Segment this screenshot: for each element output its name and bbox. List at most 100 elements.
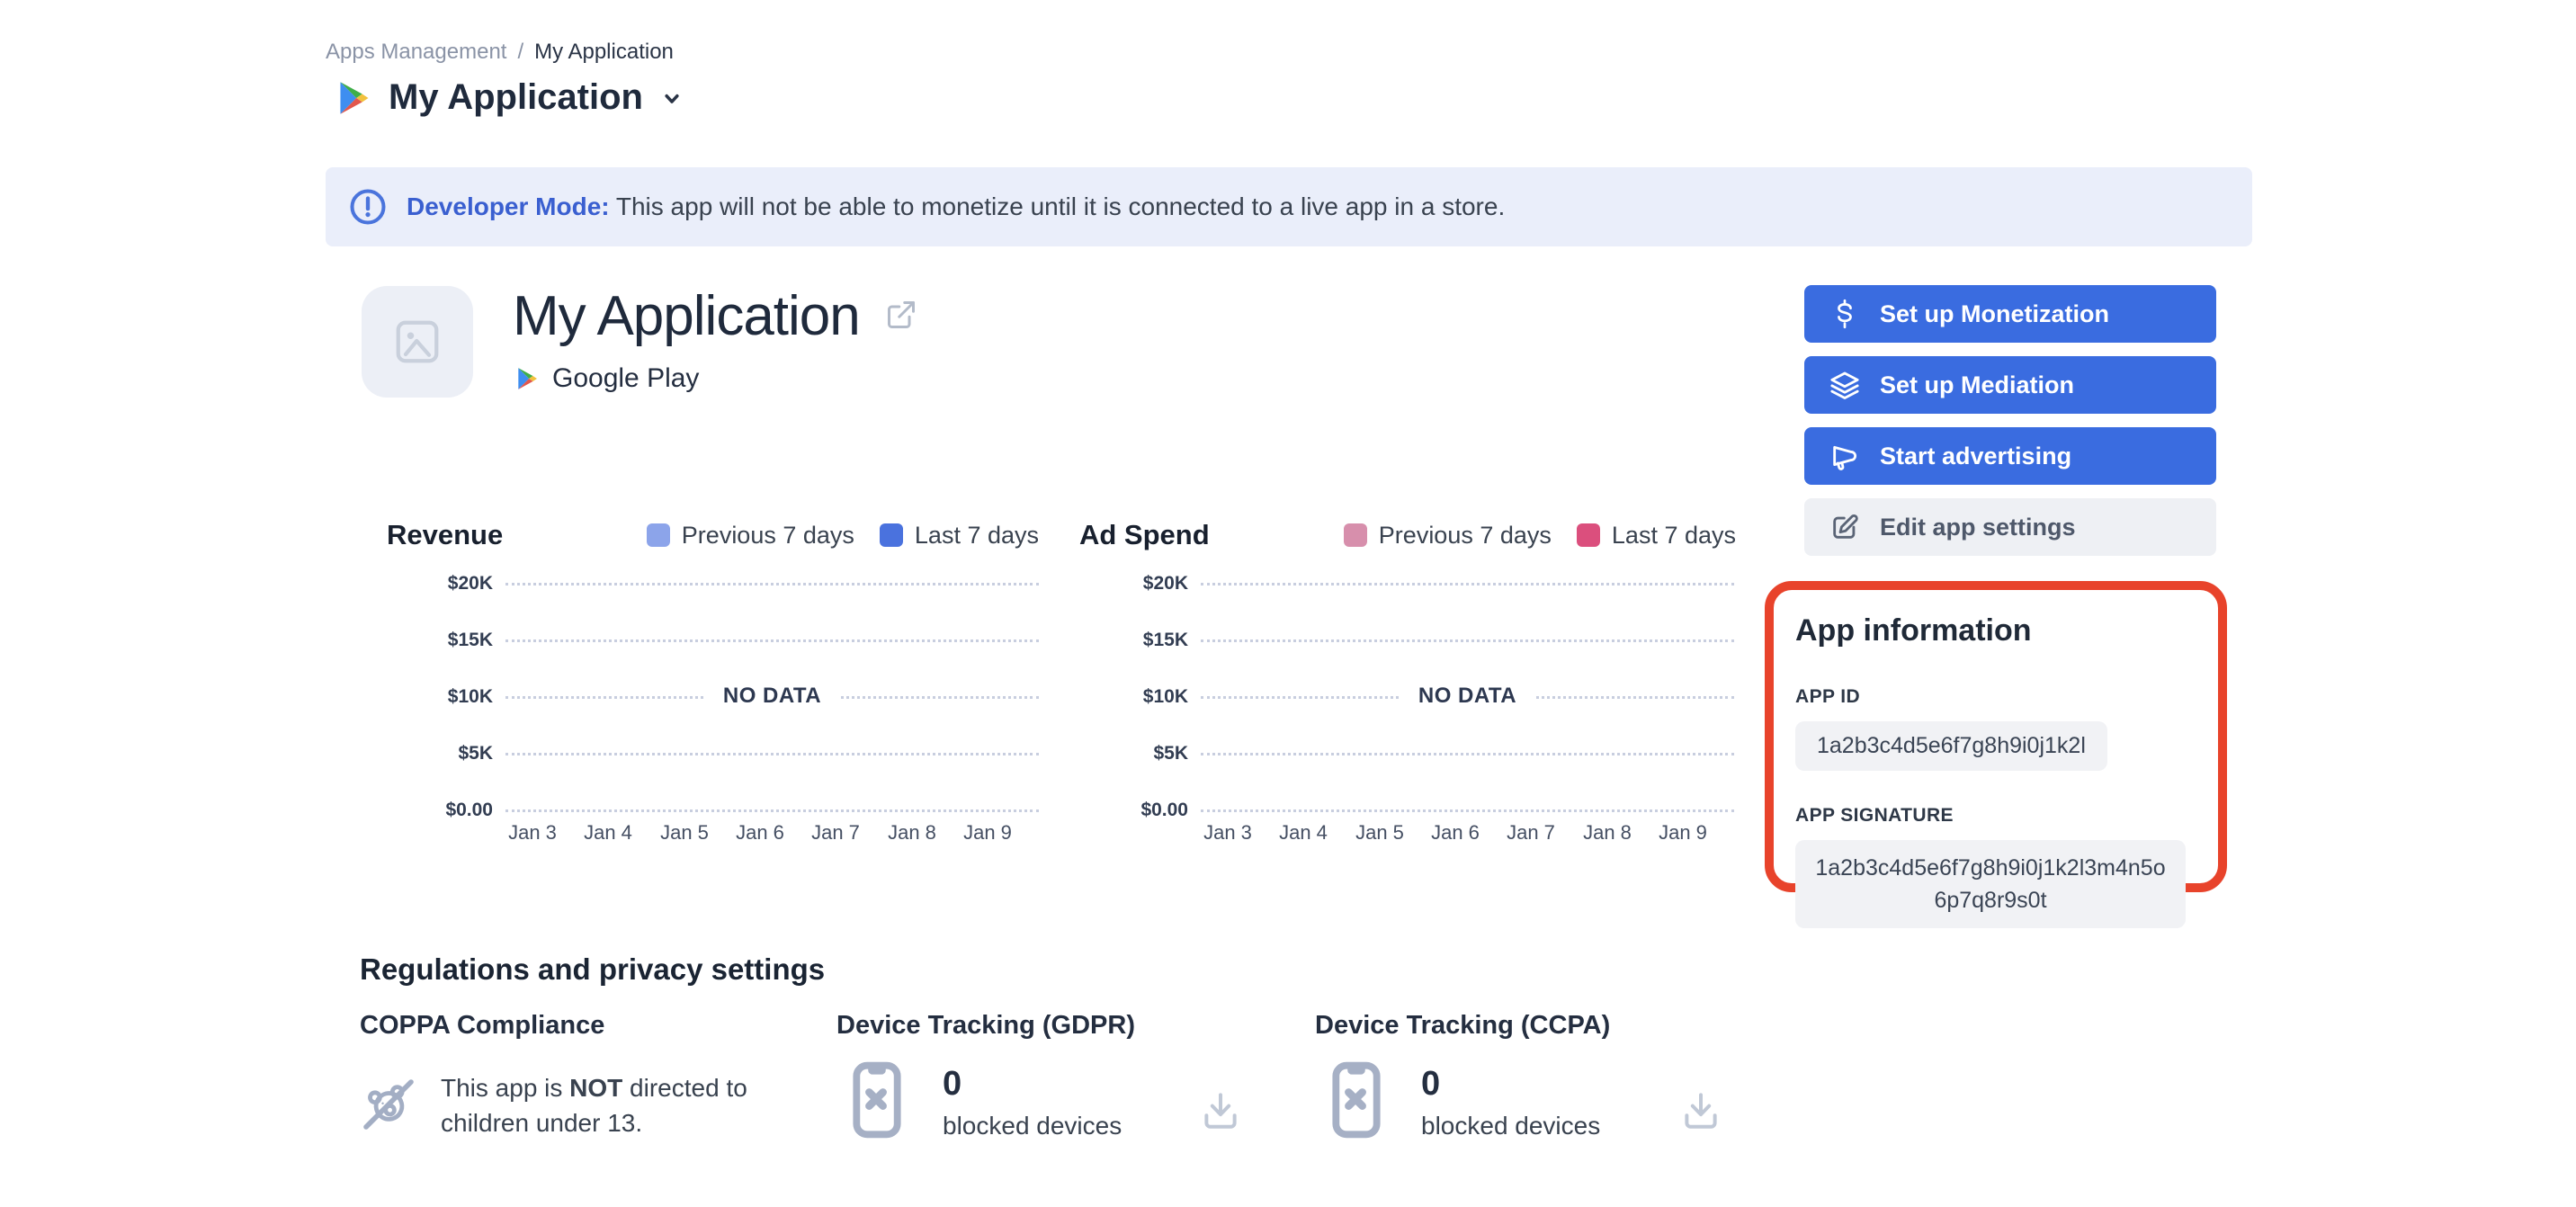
no-data-label: NO DATA	[704, 684, 840, 709]
legend-label-last: Last 7 days	[1611, 521, 1736, 549]
app-signature-label: APP SIGNATURE	[1795, 805, 1954, 826]
app-information-heading: App information	[1795, 613, 2032, 648]
app-signature-value: 1a2b3c4d5e6f7g8h9i0j1k2l3m4n5o6p7q8r9s0t	[1795, 840, 2186, 928]
google-play-icon	[335, 79, 372, 117]
setup-monetization-label: Set up Monetization	[1880, 300, 2109, 327]
coppa-text: This app is NOT directed to children und…	[441, 1074, 747, 1137]
page-title: My Application	[389, 77, 643, 117]
ccpa-blocked-label: blocked devices	[1421, 1112, 1601, 1140]
legend-item-previous: Previous 7 days	[646, 521, 854, 550]
ccpa-title: Device Tracking (CCPA)	[1315, 1011, 1611, 1040]
breadcrumb: Apps Management / My Application	[326, 40, 674, 65]
breadcrumb-current: My Application	[534, 40, 674, 64]
phone-blocked-icon	[1331, 1061, 1382, 1139]
ad-spend-legend: Previous 7 days Last 7 days	[1343, 521, 1736, 550]
app-icon-placeholder	[362, 286, 473, 398]
ad-spend-chart: Ad Spend Previous 7 days Last 7 days $20…	[1079, 517, 1736, 844]
gdpr-blocked-count: 0	[943, 1065, 962, 1103]
x-tick-label: Jan 3	[1203, 821, 1252, 844]
revenue-chart: Revenue Previous 7 days Last 7 days $20K…	[387, 517, 1039, 844]
start-advertising-label: Start advertising	[1880, 442, 2072, 469]
chevron-down-icon[interactable]	[659, 85, 684, 111]
coppa-bear-crossed-icon	[360, 1076, 417, 1133]
legend-swatch-last	[1576, 523, 1600, 547]
banner-text: Developer Mode: This app will not be abl…	[407, 192, 1506, 220]
coppa-not: NOT	[569, 1074, 623, 1102]
x-tick-label: Jan 5	[1355, 821, 1404, 844]
legend-label-previous: Previous 7 days	[681, 521, 854, 549]
legend-swatch-last	[879, 523, 903, 547]
gdpr-download-icon[interactable]	[1198, 1088, 1243, 1136]
app-id-label: APP ID	[1795, 686, 1861, 707]
x-tick-label: Jan 8	[888, 821, 936, 844]
y-tick-label: $20K	[447, 573, 493, 594]
breadcrumb-separator: /	[517, 40, 524, 64]
app-id-value: 1a2b3c4d5e6f7g8h9i0j1k2l	[1795, 721, 2107, 771]
legend-swatch-previous	[646, 523, 670, 547]
app-overview-page: Apps Management / My Application My Appl…	[0, 0, 2576, 1207]
start-advertising-button[interactable]: Start advertising	[1804, 427, 2216, 485]
legend-label-last: Last 7 days	[914, 521, 1039, 549]
setup-mediation-label: Set up Mediation	[1880, 371, 2074, 398]
gdpr-title: Device Tracking (GDPR)	[836, 1011, 1135, 1040]
revenue-chart-title: Revenue	[387, 519, 504, 550]
y-tick-label: $15K	[447, 630, 493, 650]
y-tick-label: $15K	[1142, 630, 1188, 650]
ccpa-blocked-count: 0	[1421, 1065, 1441, 1103]
legend-item-last: Last 7 days	[879, 521, 1039, 550]
legend-item-last: Last 7 days	[1576, 521, 1736, 550]
app-information-card: App information APP ID 1a2b3c4d5e6f7g8h9…	[1765, 581, 2227, 928]
regulations-heading: Regulations and privacy settings	[360, 952, 826, 986]
x-tick-label: Jan 9	[963, 821, 1012, 844]
developer-mode-banner: Developer Mode: This app will not be abl…	[326, 167, 2252, 246]
layers-icon	[1829, 370, 1860, 400]
store-name: Google Play	[552, 363, 700, 393]
dollar-icon	[1829, 299, 1860, 329]
ccpa-download-icon[interactable]	[1678, 1088, 1723, 1136]
breadcrumb-apps-management[interactable]: Apps Management	[326, 40, 506, 65]
y-tick-label: $0.00	[445, 800, 493, 820]
action-buttons: Set up Monetization Set up Mediation Sta…	[1804, 285, 2216, 556]
y-tick-label: $10K	[447, 686, 493, 707]
y-tick-label: $20K	[1142, 573, 1188, 594]
hero-title-row: My Application	[513, 284, 917, 349]
x-tick-label: Jan 7	[811, 821, 860, 844]
x-tick-label: Jan 3	[508, 821, 557, 844]
no-data-label: NO DATA	[1400, 684, 1535, 709]
megaphone-icon	[1829, 441, 1860, 471]
external-link-icon[interactable]	[885, 299, 917, 331]
x-tick-label: Jan 7	[1507, 821, 1555, 844]
y-tick-label: $10K	[1142, 686, 1188, 707]
store-row: Google Play	[514, 363, 699, 394]
x-tick-label: Jan 6	[736, 821, 784, 844]
legend-item-previous: Previous 7 days	[1343, 522, 1552, 550]
setup-mediation-button[interactable]: Set up Mediation	[1804, 356, 2216, 414]
setup-monetization-button[interactable]: Set up Monetization	[1804, 285, 2216, 343]
google-play-icon-small	[514, 366, 540, 391]
y-tick-label: $5K	[1153, 743, 1188, 764]
x-tick-label: Jan 6	[1431, 821, 1480, 844]
ad-spend-chart-title: Ad Spend	[1079, 519, 1210, 550]
phone-blocked-icon	[852, 1061, 902, 1139]
page-title-row: My Application	[335, 77, 684, 118]
revenue-legend: Previous 7 days Last 7 days	[646, 521, 1039, 550]
x-tick-label: Jan 5	[660, 821, 709, 844]
coppa-title: COPPA Compliance	[360, 1011, 605, 1040]
x-tick-label: Jan 9	[1659, 821, 1707, 844]
x-tick-label: Jan 8	[1583, 821, 1632, 844]
image-placeholder-icon	[390, 315, 444, 369]
x-tick-label: Jan 4	[584, 821, 632, 844]
edit-app-settings-label: Edit app settings	[1880, 513, 2076, 541]
app-name-heading: My Application	[513, 285, 861, 347]
y-tick-label: $5K	[458, 743, 493, 764]
x-tick-label: Jan 4	[1279, 821, 1328, 844]
revenue-plot-area: $20K $15K $10K $5K $0.00 NO DATA Jan 3 J…	[445, 573, 1039, 844]
ad-spend-plot-area: $20K $15K $10K $5K $0.00 NO DATA Jan 3 J…	[1140, 573, 1734, 844]
warning-icon	[349, 188, 387, 226]
banner-bold-text: Developer Mode:	[407, 192, 610, 220]
legend-swatch-previous	[1343, 523, 1367, 547]
gdpr-blocked-label: blocked devices	[943, 1112, 1123, 1140]
edit-icon	[1829, 512, 1860, 542]
y-tick-label: $0.00	[1140, 800, 1188, 820]
edit-app-settings-button[interactable]: Edit app settings	[1804, 498, 2216, 556]
